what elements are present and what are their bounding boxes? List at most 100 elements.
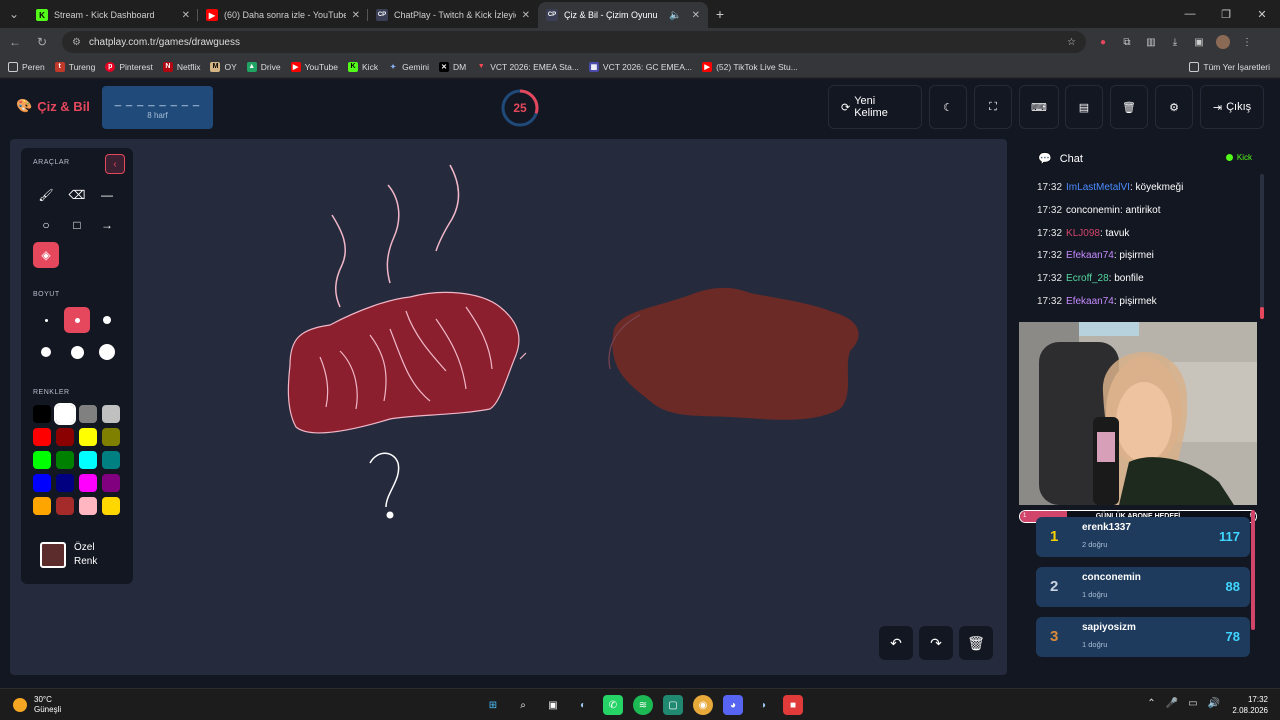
- redo-button[interactable]: ↷: [919, 626, 953, 660]
- bookmark-item[interactable]: ▦ VCT 2026: GC EMEA...: [588, 61, 692, 72]
- color-swatch[interactable]: [79, 497, 97, 515]
- browser-tab[interactable]: CP ChatPlay - Twitch & Kick İzleyici ✕: [368, 2, 538, 28]
- spotify-icon[interactable]: ≋: [633, 695, 653, 715]
- color-swatch[interactable]: [33, 428, 51, 446]
- bookmark-item[interactable]: p Pinterest: [105, 61, 153, 72]
- color-swatch[interactable]: [102, 451, 120, 469]
- color-swatch[interactable]: [79, 474, 97, 492]
- close-tab-icon[interactable]: ✕: [692, 10, 700, 21]
- color-swatch[interactable]: [33, 497, 51, 515]
- bookmark-item[interactable]: ▶ YouTube: [290, 61, 338, 72]
- color-swatch[interactable]: [56, 451, 74, 469]
- custom-color-button[interactable]: Özel Renk: [33, 535, 125, 575]
- size-option[interactable]: [64, 339, 90, 365]
- extension-icon[interactable]: ●: [1096, 35, 1110, 49]
- back-icon[interactable]: ←: [3, 35, 27, 49]
- discord-icon[interactable]: ◕: [723, 695, 743, 715]
- new-tab-button[interactable]: +: [708, 6, 732, 22]
- fill-tool[interactable]: ◈: [33, 242, 59, 268]
- lock-ext-icon[interactable]: ▣: [1192, 35, 1206, 49]
- site-info-icon[interactable]: ⚙: [72, 37, 81, 48]
- browser-tab[interactable]: ▶ (60) Daha sonra izle - YouTube ✕: [198, 2, 368, 28]
- message-user[interactable]: KLJ098: [1066, 228, 1100, 239]
- bookmark-item[interactable]: ▶ (52) TikTok Live Stu...: [702, 61, 798, 72]
- close-window-icon[interactable]: ✕: [1244, 0, 1280, 28]
- new-word-button[interactable]: ⟳ Yeni Kelime: [828, 85, 922, 129]
- minimize-icon[interactable]: —: [1172, 0, 1208, 28]
- archive-button[interactable]: ▤: [1065, 85, 1103, 129]
- size-option[interactable]: [94, 339, 120, 365]
- steam-icon[interactable]: ◑: [753, 695, 773, 715]
- browser-tab[interactable]: K Stream - Kick Dashboard ✕: [28, 2, 198, 28]
- puzzle-icon[interactable]: ⧉: [1120, 35, 1134, 49]
- message-user[interactable]: conconemin: [1066, 205, 1120, 216]
- message-user[interactable]: Efekaan74: [1066, 250, 1114, 261]
- clear-canvas-button[interactable]: 🗑: [959, 626, 993, 660]
- size-option[interactable]: [94, 307, 120, 333]
- collapse-panel-button[interactable]: ‹: [105, 154, 125, 174]
- arrow-tool[interactable]: →: [94, 212, 120, 238]
- weather-widget[interactable]: 30°C Güneşli: [13, 695, 61, 715]
- close-tab-icon[interactable]: ✕: [352, 10, 360, 21]
- trash-ext-icon[interactable]: ▥: [1144, 35, 1158, 49]
- bookmark-item[interactable]: ✕ DM: [439, 61, 466, 72]
- bookmark-item[interactable]: t Tureng: [54, 61, 95, 72]
- bookmark-item[interactable]: N Netflix: [162, 61, 200, 72]
- bookmark-item[interactable]: Peren: [8, 61, 45, 72]
- close-tab-icon[interactable]: ✕: [182, 10, 190, 21]
- chat-scrollbar[interactable]: [1260, 174, 1264, 319]
- speaker-icon[interactable]: 🔈: [669, 10, 681, 21]
- menu-kebab-icon[interactable]: ⋮: [1240, 35, 1254, 49]
- color-swatch[interactable]: [56, 474, 74, 492]
- address-bar[interactable]: ⚙ chatplay.com.tr/games/drawguess ☆: [62, 31, 1086, 53]
- recorder-icon[interactable]: ■: [783, 695, 803, 715]
- windows-start-icon[interactable]: ⊞: [483, 695, 503, 715]
- color-swatch[interactable]: [79, 451, 97, 469]
- maximize-icon[interactable]: ❐: [1208, 0, 1244, 28]
- rectangle-tool[interactable]: □: [64, 212, 90, 238]
- chrome-icon[interactable]: ◉: [693, 695, 713, 715]
- keyboard-button[interactable]: ⌨: [1019, 85, 1059, 129]
- settings-button[interactable]: ⚙: [1155, 85, 1193, 129]
- message-user[interactable]: Efekaan74: [1066, 296, 1114, 307]
- color-swatch[interactable]: [102, 428, 120, 446]
- color-swatch[interactable]: [102, 497, 120, 515]
- color-swatch[interactable]: [102, 474, 120, 492]
- clock[interactable]: 17:32 2.08.2026: [1232, 694, 1268, 716]
- line-tool[interactable]: —: [94, 182, 120, 208]
- brush-tool[interactable]: 🖌: [33, 182, 59, 208]
- bookmark-item[interactable]: K Kick: [348, 61, 378, 72]
- size-option[interactable]: [33, 307, 59, 333]
- search-icon[interactable]: ⌕: [513, 695, 533, 715]
- whatsapp-icon[interactable]: ✆: [603, 695, 623, 715]
- download-icon[interactable]: ⤓: [1168, 35, 1182, 49]
- fullscreen-button[interactable]: ⛶: [974, 85, 1012, 129]
- volume-icon[interactable]: 🔊: [1208, 698, 1220, 709]
- exit-button[interactable]: ⇥ Çıkış: [1200, 85, 1264, 129]
- color-swatch[interactable]: [56, 428, 74, 446]
- color-swatch[interactable]: [102, 405, 120, 423]
- message-user[interactable]: ImLastMetalVI: [1066, 182, 1130, 193]
- bookmark-star-icon[interactable]: ☆: [1067, 37, 1076, 48]
- reload-icon[interactable]: ↻: [30, 35, 54, 49]
- theme-toggle-button[interactable]: ☾: [929, 85, 967, 129]
- leaderboard-scrollbar[interactable]: [1251, 510, 1255, 630]
- bookmark-item[interactable]: ✦ Gemini: [388, 62, 429, 72]
- browser-tab-active[interactable]: CP Çiz & Bil - Çizim Oyunu 🔈 ✕: [538, 2, 708, 28]
- message-user[interactable]: Ecroff_28: [1066, 273, 1109, 284]
- undo-button[interactable]: ↶: [879, 626, 913, 660]
- microphone-icon[interactable]: 🎤: [1166, 698, 1178, 709]
- size-option[interactable]: [33, 339, 59, 365]
- size-option-selected[interactable]: [64, 307, 90, 333]
- bookmark-item[interactable]: M OY: [210, 61, 237, 72]
- chevron-up-icon[interactable]: ⌃: [1147, 698, 1155, 709]
- task-view-icon[interactable]: ▣: [543, 695, 563, 715]
- scrollbar-thumb[interactable]: [1260, 307, 1264, 319]
- color-swatch[interactable]: [56, 497, 74, 515]
- color-swatch[interactable]: [33, 451, 51, 469]
- trash-button[interactable]: 🗑: [1110, 85, 1148, 129]
- color-swatch[interactable]: [79, 428, 97, 446]
- bookmark-item[interactable]: ▲ Drive: [246, 61, 281, 72]
- all-bookmarks[interactable]: Tüm Yer İşaretleri: [1189, 61, 1270, 72]
- drawing-canvas[interactable]: [10, 139, 1007, 675]
